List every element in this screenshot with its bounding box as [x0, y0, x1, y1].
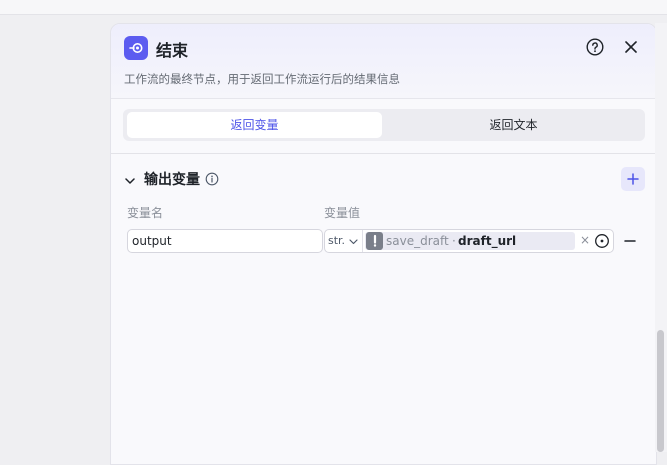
chevron-down-icon[interactable] [124, 172, 136, 184]
variable-name-input[interactable] [127, 229, 323, 253]
panel-description: 工作流的最终节点，用于返回工作流运行后的结果信息 [124, 72, 400, 86]
help-icon[interactable] [586, 38, 604, 56]
variable-reference-chip[interactable]: save_draft · draft_url [365, 232, 575, 250]
tab-return-variable[interactable]: 返回变量 [127, 112, 382, 138]
exit-node-icon [124, 36, 148, 60]
output-section-title: 输出变量 [144, 172, 200, 188]
variable-value-field: str. save_draft · draft_url × [324, 229, 614, 253]
header-divider [111, 98, 656, 99]
top-bar [0, 0, 667, 15]
panel-title: 结束 [156, 41, 189, 60]
ref-node-name: save_draft [386, 234, 449, 248]
tab-return-text[interactable]: 返回文本 [386, 112, 641, 138]
target-icon[interactable] [594, 233, 610, 249]
add-output-button[interactable] [621, 167, 645, 191]
close-icon[interactable] [623, 39, 639, 55]
plus-icon [627, 173, 639, 185]
tab-bar: 返回变量 返回文本 [123, 109, 645, 141]
ref-variable-name: draft_url [458, 234, 517, 248]
scrollbar-thumb[interactable] [657, 330, 664, 452]
warning-icon [366, 232, 383, 250]
info-icon[interactable] [205, 171, 219, 186]
remove-row-button[interactable] [623, 233, 637, 247]
clear-icon[interactable]: × [580, 233, 590, 247]
ref-separator: · [452, 234, 456, 248]
type-select[interactable]: str. [325, 230, 363, 252]
chevron-down-icon [349, 239, 358, 245]
minus-icon [624, 240, 636, 242]
canvas-area [0, 15, 110, 452]
node-config-panel: 结束 工作流的最终节点，用于返回工作流运行后的结果信息 返回变量 返回文本 输出… [110, 23, 657, 465]
type-select-value: str. [328, 234, 346, 247]
panel-header: 结束 工作流的最终节点，用于返回工作流运行后的结果信息 [111, 24, 656, 98]
column-label-name: 变量名 [127, 206, 164, 220]
section-divider [111, 153, 656, 154]
column-label-value: 变量值 [324, 206, 361, 220]
